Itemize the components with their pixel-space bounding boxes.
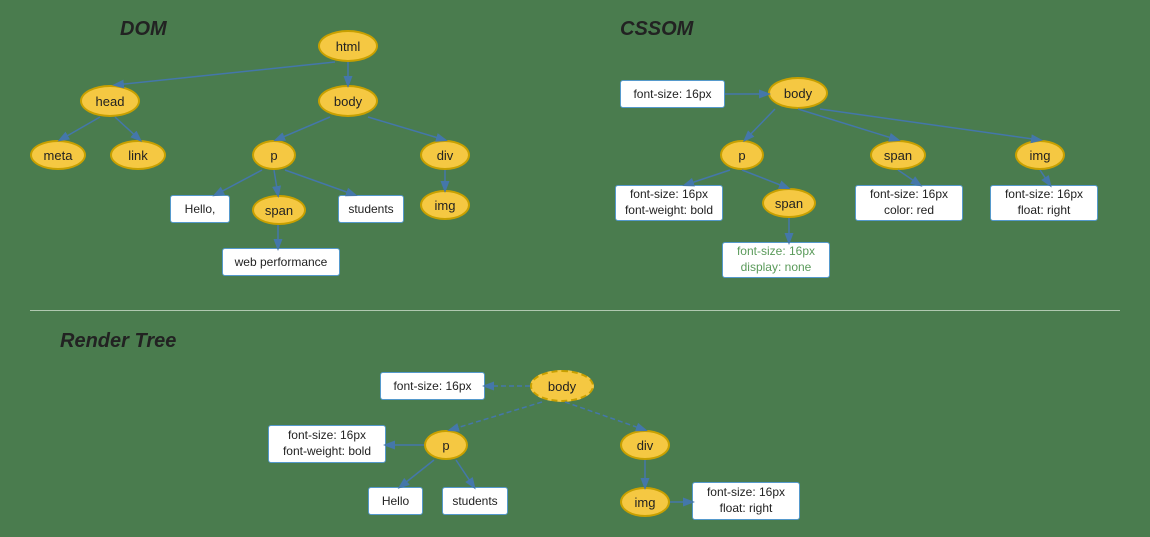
cssom-font16-span: font-size: 16pxcolor: red — [855, 185, 963, 221]
render-img: img — [620, 487, 670, 517]
cssom-font16-p: font-size: 16pxfont-weight: bold — [615, 185, 723, 221]
cssom-span: span — [870, 140, 926, 170]
render-div: div — [620, 430, 670, 460]
cssom-title: CSSOM — [620, 18, 693, 41]
render-font16-body: font-size: 16px — [380, 372, 485, 400]
dom-students: students — [338, 195, 404, 223]
dom-img: img — [420, 190, 470, 220]
divider — [30, 310, 1120, 311]
dom-p: p — [252, 140, 296, 170]
cssom-font16-img: font-size: 16pxfloat: right — [990, 185, 1098, 221]
dom-span: span — [252, 195, 306, 225]
dom-web-performance: web performance — [222, 248, 340, 276]
dom-head: head — [80, 85, 140, 117]
connection-lines — [0, 0, 1150, 537]
dom-meta: meta — [30, 140, 86, 170]
dom-body: body — [318, 85, 378, 117]
cssom-body: body — [768, 77, 828, 109]
cssom-p: p — [720, 140, 764, 170]
cssom-span2: span — [762, 188, 816, 218]
render-font16-p: font-size: 16pxfont-weight: bold — [268, 425, 386, 463]
render-title: Render Tree — [60, 330, 176, 353]
render-hello: Hello — [368, 487, 423, 515]
cssom-font16-body: font-size: 16px — [620, 80, 725, 108]
dom-title: DOM — [120, 18, 167, 41]
dom-hello: Hello, — [170, 195, 230, 223]
diagram-container: DOM CSSOM Render Tree html head body met… — [0, 0, 1150, 537]
render-students: students — [442, 487, 508, 515]
cssom-img: img — [1015, 140, 1065, 170]
dom-link: link — [110, 140, 166, 170]
render-body: body — [530, 370, 594, 402]
cssom-font16-span2: font-size: 16pxdisplay: none — [722, 242, 830, 278]
dom-div: div — [420, 140, 470, 170]
dom-html: html — [318, 30, 378, 62]
render-font16-img: font-size: 16pxfloat: right — [692, 482, 800, 520]
render-p: p — [424, 430, 468, 460]
